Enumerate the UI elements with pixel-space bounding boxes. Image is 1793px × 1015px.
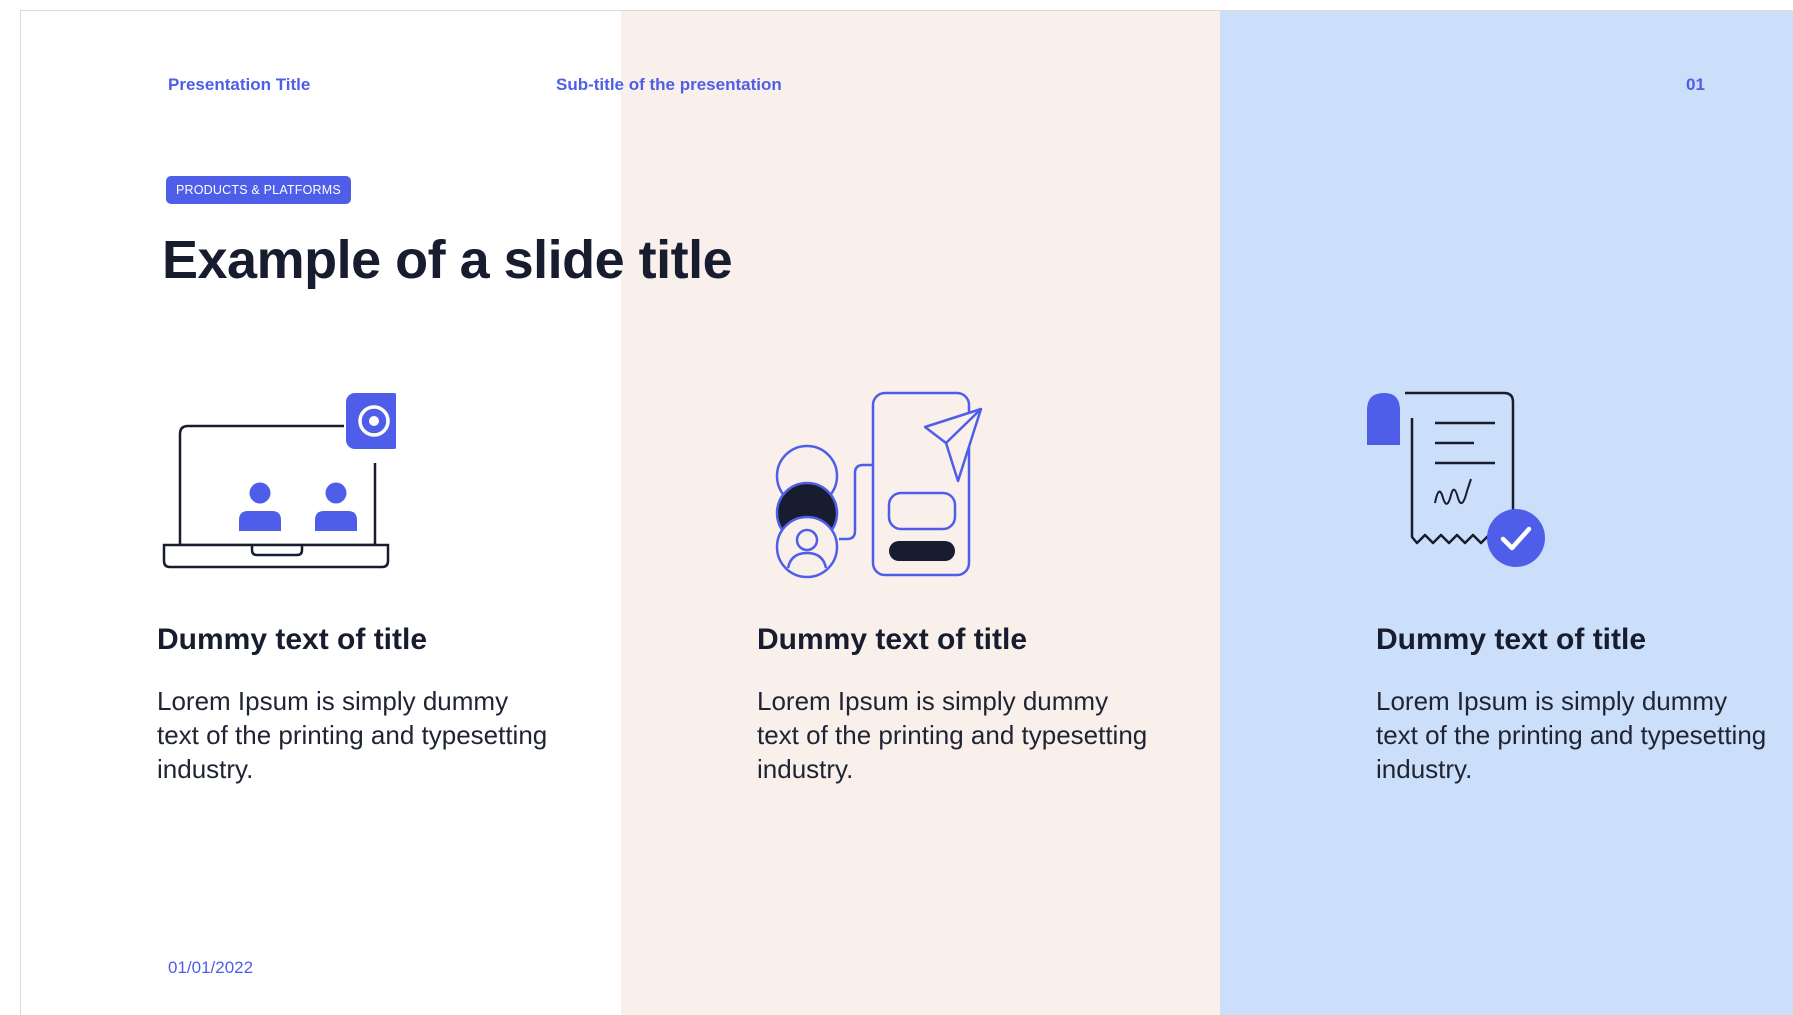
presentation-subtitle: Sub-title of the presentation	[556, 75, 782, 94]
signed-receipt-check-icon	[1341, 383, 1581, 588]
card-1-body: Lorem Ipsum is simply dummy text of the …	[157, 686, 548, 784]
presentation-title: Presentation Title	[168, 75, 311, 94]
page-number: 01	[1686, 75, 1705, 94]
card-1-title: Dummy text of title	[157, 623, 428, 656]
laptop-video-meeting-icon	[156, 383, 402, 588]
slide: Presentation Title Sub-title of the pres…	[20, 10, 1793, 1015]
card-2-title: Dummy text of title	[757, 623, 1028, 656]
slide-title: Example of a slide title	[162, 230, 733, 290]
card-2-body: Lorem Ipsum is simply dummy text of the …	[757, 686, 1148, 784]
mobile-send-message-icon	[751, 383, 991, 588]
card-3-title: Dummy text of title	[1376, 623, 1647, 656]
category-tag: PRODUCTS & PLATFORMS	[166, 176, 351, 204]
slide-date: 01/01/2022	[168, 958, 254, 977]
card-3-body: Lorem Ipsum is simply dummy text of the …	[1376, 686, 1767, 784]
